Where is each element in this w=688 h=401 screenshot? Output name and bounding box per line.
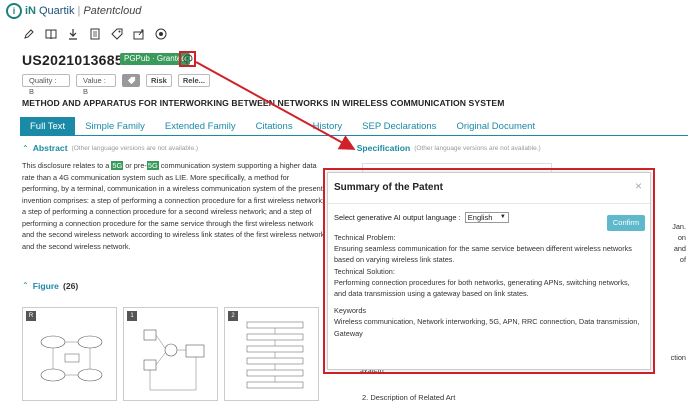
figure-thumbnail[interactable]: R (22, 307, 117, 401)
tag-icon[interactable] (110, 27, 124, 41)
spec-fragment: and (673, 244, 686, 253)
solution-text: Performing connection procedures for bot… (334, 277, 630, 299)
meta-row: Quality : B Value : B Risk Rele... (22, 74, 210, 96)
abstract-note: (Other language versions are not availab… (71, 144, 199, 152)
abstract-part: or pre- (123, 161, 147, 170)
logo-in: iN (25, 5, 36, 17)
logo[interactable]: i iN Quartik | Patentcloud (6, 3, 141, 19)
highlight-5g: 5G (146, 161, 159, 170)
tab-history[interactable]: History (303, 117, 353, 135)
ai-summary-brain-icon[interactable] (179, 51, 196, 67)
solution-heading: Technical Solution: (334, 266, 395, 276)
figure-thumbnail[interactable]: 1 (123, 307, 218, 401)
tab-citations[interactable]: Citations (246, 117, 303, 135)
language-row: Select generative AI output language : E… (334, 212, 509, 223)
tab-simple-family[interactable]: Simple Family (75, 117, 155, 135)
abstract-part: communication system supporting a higher… (22, 161, 325, 251)
spec-fragment: ction (670, 353, 686, 362)
logo-separator: | (77, 5, 81, 17)
specification-heading: Specification (356, 143, 411, 153)
top-bar: i iN Quartik | Patentcloud (0, 0, 688, 22)
specification-note: (Other language versions are not availab… (414, 144, 541, 152)
spec-fragment: of (679, 255, 686, 264)
chevron-up-icon: ⌃ (22, 143, 29, 153)
summary-modal: Summary of the Patent × Select generativ… (327, 172, 651, 370)
pencil-icon[interactable] (22, 27, 36, 41)
quality-badge: Quality : B (22, 74, 70, 96)
chevron-up-icon: ⌃ (346, 143, 353, 153)
tag-button[interactable] (122, 74, 140, 87)
toolbar (22, 27, 168, 41)
document-icon[interactable] (88, 27, 102, 41)
figure-thumbnails: R 1 2 (22, 307, 319, 401)
abstract-heading: Abstract (32, 143, 68, 153)
patent-title: METHOD AND APPARATUS FOR INTERWORKING BE… (22, 98, 505, 108)
specification-header[interactable]: ⌃ Specification (Other language versions… (346, 143, 541, 153)
logo-quartik: Quartik (39, 5, 75, 17)
download-icon[interactable] (66, 27, 80, 41)
problem-text: Ensuring seamless communication for the … (334, 244, 632, 265)
spec-fragment: Jan. (672, 222, 686, 231)
highlight-5g: 5G (111, 161, 124, 170)
eye-settings-icon[interactable] (154, 27, 168, 41)
modal-title: Summary of the Patent (334, 182, 443, 193)
figure-drawing (40, 335, 103, 382)
spec-fragment: on (677, 233, 686, 242)
abstract-header[interactable]: ⌃ Abstract (Other language versions are … (22, 143, 198, 153)
summary-body: Technical Problem: Ensuring seamless com… (334, 232, 640, 339)
tab-bar: Full Text Simple Family Extended Family … (20, 117, 688, 136)
figure-drawing (246, 321, 304, 389)
language-label: Select generative AI output language : (334, 213, 461, 222)
figure-heading: Figure (32, 281, 59, 291)
abstract-part: This disclosure relates to a (22, 161, 112, 170)
figure-count: (26) (62, 281, 79, 291)
keywords-text: Wireless communication, Network interwor… (334, 317, 640, 338)
chevron-down-icon: ▼ (499, 214, 506, 220)
risk-button[interactable]: Risk (146, 74, 172, 87)
problem-heading: Technical Problem: (334, 233, 396, 242)
language-select[interactable]: English ▼ (464, 212, 509, 223)
keywords-heading: Keywords (334, 306, 367, 316)
export-icon[interactable] (132, 27, 146, 41)
chevron-up-icon: ⌃ (22, 281, 29, 290)
logo-mark-icon: i (6, 3, 22, 19)
value-badge: Value : B (76, 74, 116, 96)
logo-product: Patentcloud (83, 5, 142, 17)
close-icon[interactable]: × (635, 179, 642, 193)
confirm-button[interactable]: Confirm (607, 215, 645, 231)
related-button[interactable]: Rele... (177, 74, 210, 87)
divider (328, 203, 650, 204)
figure-header[interactable]: ⌃ Figure (26) (22, 281, 78, 291)
book-icon[interactable] (44, 27, 58, 41)
tab-sep-declarations[interactable]: SEP Declarations (352, 117, 446, 135)
tab-original-document[interactable]: Original Document (446, 117, 545, 135)
figure-thumbnail[interactable]: 2 (224, 307, 319, 401)
language-value: English (467, 213, 493, 222)
tab-full-text[interactable]: Full Text (20, 117, 76, 135)
abstract-text: This disclosure relates to a 5G or pre-5… (22, 160, 327, 252)
figure-drawing (143, 329, 205, 391)
spec-line: 2. Description of Related Art (362, 393, 456, 401)
tab-extended-family[interactable]: Extended Family (155, 117, 246, 135)
